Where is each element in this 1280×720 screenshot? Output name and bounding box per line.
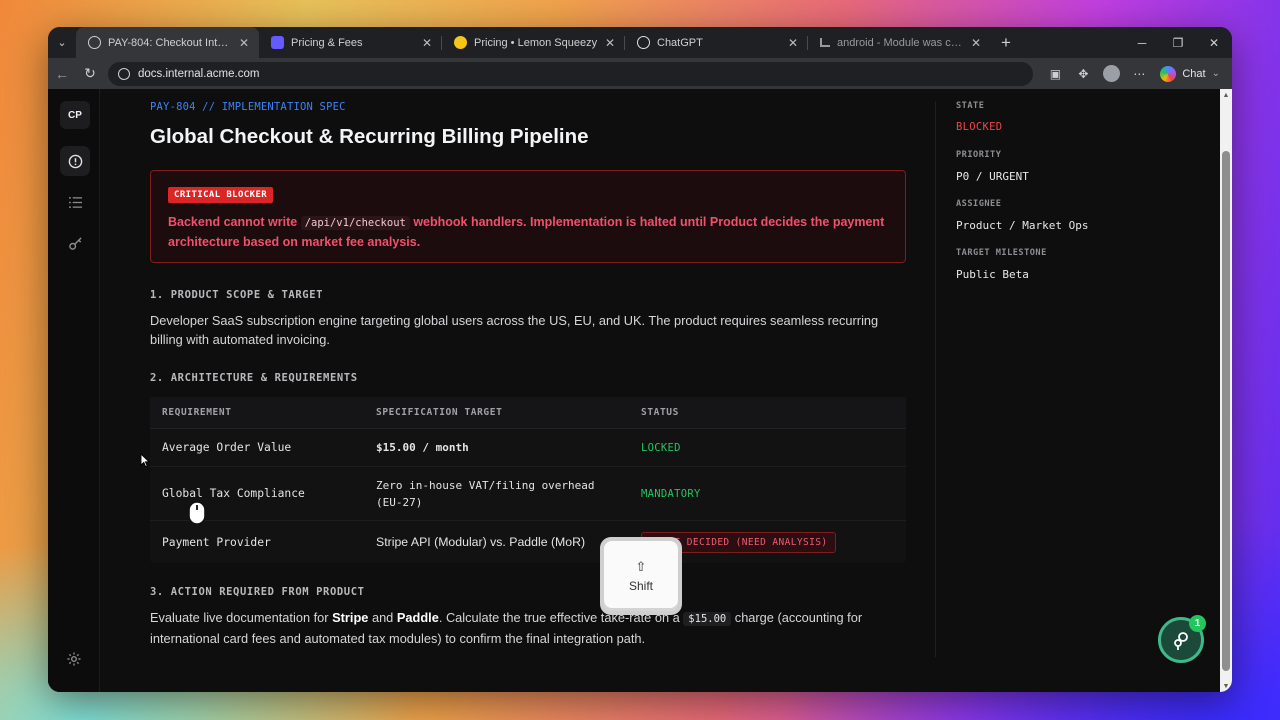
critical-blocker-alert: CRITICAL BLOCKER Backend cannot write /a… [150,170,906,263]
browser-toolbar: ← ↻ docs.internal.acme.com ▣ ✥ ⋯ Chat ⌄ [48,58,1232,89]
chatgpt-icon [637,36,650,49]
lemon-squeezy-icon [454,36,467,49]
profile-avatar[interactable] [1100,63,1122,85]
site-info-icon[interactable] [118,67,130,80]
column-header: SPECIFICATION TARGET [376,407,503,418]
spec-cell: Zero in-house VAT/filing overhead (EU-27… [376,478,595,509]
requirement-cell: Average Order Value [162,441,292,454]
new-tab-button[interactable]: + [991,27,1021,58]
tab-title: android - Module was compiled w [837,36,965,49]
assignee-value: Product / Market Ops [956,219,1089,232]
copilot-icon [1160,65,1177,82]
priority-label: PRIORITY [956,150,1002,160]
shift-arrow-icon: ⇧ [635,559,647,574]
tab-strip: ⌄ PAY-804: Checkout Integration | Li ✕ P… [48,27,1232,58]
key-label: Shift [628,579,653,593]
tab-title: PAY-804: Checkout Integration | Li [108,36,233,49]
tab-chatgpt[interactable]: ChatGPT ✕ [625,27,808,58]
tab-search-icon[interactable]: ⌄ [48,27,76,58]
keypress-overlay: ⇧ Shift [600,537,682,615]
assistant-fab[interactable]: 1 [1158,615,1206,663]
back-icon[interactable]: ← [48,60,76,88]
url-text: docs.internal.acme.com [138,67,260,80]
tab-title: Pricing & Fees [291,36,363,49]
blocker-badge: CRITICAL BLOCKER [168,187,274,203]
close-tab-icon[interactable]: ✕ [422,36,432,50]
amount-code: $15.00 [683,612,732,626]
section-heading-action: 3. ACTION REQUIRED FROM PRODUCT [150,586,365,598]
scroll-thumb[interactable] [1222,151,1230,671]
page-scrollbar[interactable]: ▲ ▼ [1220,89,1232,692]
extension-icon[interactable]: ▣ [1044,63,1066,85]
alert-circle-icon[interactable] [60,146,90,176]
list-icon[interactable] [60,187,90,217]
milestone-label: TARGET MILESTONE [956,248,1047,258]
endpoint-code: /api/v1/checkout [300,216,410,230]
chevron-down-icon: ⌄ [1211,68,1220,79]
table-row: Global Tax Compliance Zero in-house VAT/… [150,467,906,521]
maximize-icon[interactable]: ❐ [1160,27,1196,58]
tab-title: ChatGPT [657,36,703,49]
column-header: STATUS [641,407,679,418]
chat-button[interactable]: Chat ⌄ [1156,65,1224,82]
tab-pricing-fees[interactable]: Pricing & Fees ✕ [259,27,442,58]
app-sidebar: CP [48,89,100,692]
table-row: Payment Provider Stripe API (Modular) vs… [150,521,906,563]
mouse-pointer-icon [140,452,151,473]
globe-icon [88,36,101,49]
scroll-up-icon[interactable]: ▲ [1220,89,1232,101]
tab-lemon-squeezy[interactable]: Pricing • Lemon Squeezy ✕ [442,27,625,58]
state-value: BLOCKED [956,121,1003,133]
stripe-icon [271,36,284,49]
chat-label: Chat [1182,67,1206,80]
toolbar-actions: ▣ ✥ ⋯ Chat ⌄ [1044,61,1224,86]
tab-android[interactable]: android - Module was compiled w ✕ [808,27,991,58]
window-controls: ─ ❐ ✕ [1124,27,1232,58]
tab-title: Pricing • Lemon Squeezy [474,36,598,49]
puzzle-icon[interactable]: ✥ [1072,63,1094,85]
section-heading-architecture: 2. ARCHITECTURE & REQUIREMENTS [150,372,358,384]
requirement-cell: Global Tax Compliance [162,487,305,500]
alert-message: Backend cannot write /api/v1/checkout we… [168,215,885,249]
table-row: Average Order Value $15.00 / month LOCKE… [150,429,906,467]
reload-icon[interactable]: ↻ [76,60,104,88]
stackoverflow-icon [820,38,830,47]
minimize-icon[interactable]: ─ [1124,27,1160,58]
milestone-value: Public Beta [956,268,1029,281]
column-header: REQUIREMENT [162,407,232,418]
close-tab-icon[interactable]: ✕ [788,36,798,50]
scope-paragraph: Developer SaaS subscription engine targe… [150,313,879,347]
key-icon[interactable] [60,228,90,258]
requirement-cell: Payment Provider [162,535,271,549]
notification-badge: 1 [1189,615,1206,632]
close-tab-icon[interactable]: ✕ [971,36,981,50]
spec-cell: $15.00 / month [376,441,469,454]
requirements-table: REQUIREMENT SPECIFICATION TARGET STATUS … [150,397,906,563]
priority-value: P0 / URGENT [956,170,1029,183]
action-paragraph: Evaluate live documentation for Stripe a… [150,610,863,646]
assistant-logo-icon [1174,632,1188,650]
close-window-icon[interactable]: ✕ [1196,27,1232,58]
table-header: REQUIREMENT SPECIFICATION TARGET STATUS [150,397,906,429]
section-heading-scope: 1. PRODUCT SCOPE & TARGET [150,289,324,301]
app-logo[interactable]: CP [60,101,90,129]
page-title: Global Checkout & Recurring Billing Pipe… [150,125,589,148]
mouse-click-icon [187,500,207,531]
settings-gear-icon[interactable] [66,651,82,672]
close-tab-icon[interactable]: ✕ [605,36,615,50]
assignee-label: ASSIGNEE [956,199,1002,209]
close-tab-icon[interactable]: ✕ [239,36,249,50]
address-bar[interactable]: docs.internal.acme.com [108,61,1033,86]
status-cell: MANDATORY [641,487,701,500]
state-label: STATE [956,101,985,111]
doc-kicker: PAY-804 // IMPLEMENTATION SPEC [150,101,346,113]
status-cell: LOCKED [641,441,681,454]
tab-pay-804[interactable]: PAY-804: Checkout Integration | Li ✕ [76,27,259,58]
scroll-down-icon[interactable]: ▼ [1220,680,1232,692]
meta-divider [935,101,936,657]
more-menu-icon[interactable]: ⋯ [1128,63,1150,85]
